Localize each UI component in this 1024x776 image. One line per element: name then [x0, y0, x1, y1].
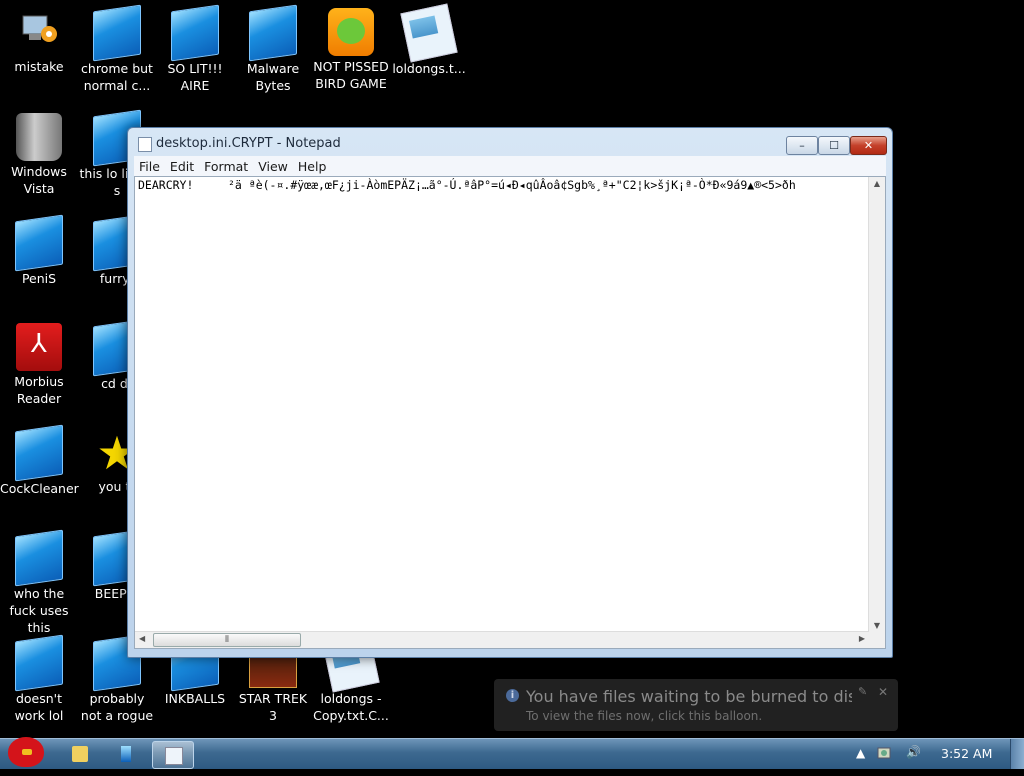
- desktop-icon-chrome[interactable]: chrome but normal c...: [78, 2, 156, 94]
- maximize-button[interactable]: ☐: [818, 136, 850, 155]
- desktop-icon-label: who the fuck uses this: [9, 586, 69, 635]
- desktop-icon-morbius-reader[interactable]: ⅄ Morbius Reader: [0, 317, 78, 407]
- shortcut-icon: [15, 634, 63, 692]
- pdf-reader-icon: ⅄: [16, 323, 62, 371]
- balloon-title[interactable]: You have files waiting to be burned to d…: [526, 687, 852, 706]
- shortcut-icon: [15, 424, 63, 482]
- desktop-icon-label: probably not a rogue: [80, 691, 154, 723]
- angry-bird-start-icon: [8, 737, 44, 767]
- scroll-right-icon[interactable]: ▶: [859, 634, 865, 643]
- horizontal-scrollbar[interactable]: ◀ ⦀ ▶: [135, 631, 869, 648]
- start-button[interactable]: [2, 733, 48, 771]
- shortcut-icon: [15, 214, 63, 272]
- close-button[interactable]: ✕: [850, 136, 887, 155]
- taskbar-notepad-button[interactable]: [152, 741, 194, 769]
- text-file-icon: [400, 3, 458, 63]
- desktop-icon-windows-vista[interactable]: Windows Vista: [0, 107, 78, 197]
- burn-files-balloon[interactable]: i You have files waiting to be burned to…: [494, 679, 898, 731]
- desktop-icon-label: loldongs - Copy.txt.C...: [313, 691, 389, 723]
- desktop-icon-label: Windows Vista: [11, 164, 67, 196]
- recycle-bin-icon: [16, 113, 62, 161]
- title-bar[interactable]: desktop.ini.CRYPT - Notepad – ☐ ✕: [128, 128, 892, 158]
- text-editor[interactable]: DEARCRY! ²ä ªè(-¤.#ÿœæ,œF¿ji-ÀòmEPÄZ¡…ã°…: [134, 176, 886, 649]
- desktop-icon-label: SO LIT!!! AIRE: [167, 61, 223, 93]
- shortcut-icon: [171, 4, 219, 62]
- scrollbar-corner: [869, 632, 885, 648]
- computer-settings-icon: [16, 8, 62, 56]
- desktop-icon-malware-bytes[interactable]: Malware Bytes: [234, 2, 312, 94]
- shortcut-icon: [249, 4, 297, 62]
- pig-game-icon: [328, 8, 374, 56]
- desktop-icon-loldongs[interactable]: loldongs.t...: [390, 2, 468, 77]
- desktop-icon-mistake[interactable]: mistake: [0, 2, 78, 75]
- desktop-icon-label: Morbius Reader: [14, 374, 64, 406]
- taskbar-explorer-button[interactable]: [60, 741, 100, 767]
- shortcut-icon: [93, 4, 141, 62]
- minimize-button[interactable]: –: [786, 136, 818, 155]
- menu-help[interactable]: Help: [293, 157, 332, 177]
- notepad-window[interactable]: desktop.ini.CRYPT - Notepad – ☐ ✕ File Ed…: [127, 127, 893, 658]
- balloon-close-button[interactable]: ✕: [878, 685, 888, 699]
- shortcut-icon: [15, 529, 63, 587]
- desktop-icon-label: CockCleaner: [0, 481, 79, 496]
- desktop-icon-label: PeniS: [21, 271, 57, 286]
- desktop-icon-label: Malware Bytes: [246, 61, 300, 93]
- file-content[interactable]: DEARCRY! ²ä ªè(-¤.#ÿœæ,œF¿ji-ÀòmEPÄZ¡…ã°…: [138, 178, 865, 192]
- desktop-icon-label: INKBALLS: [164, 691, 226, 706]
- desktop-icon-so-lit-aire[interactable]: SO LIT!!! AIRE: [156, 2, 234, 94]
- tray-expand-icon[interactable]: ▲: [856, 746, 865, 776]
- desktop-icon-label: doesn't work lol: [14, 691, 64, 723]
- volume-icon[interactable]: 🔊: [906, 745, 921, 775]
- scroll-left-icon[interactable]: ◀: [139, 634, 145, 643]
- taskbar: ▲ 🔊 3:52 AM: [0, 737, 1024, 769]
- clock[interactable]: 3:52 AM: [941, 746, 992, 761]
- horizontal-scroll-thumb[interactable]: ⦀: [153, 633, 301, 647]
- menu-view[interactable]: View: [253, 157, 293, 177]
- desktop-icon-penis[interactable]: PeniS: [0, 212, 78, 287]
- desktop-icon-label: STAR TREK 3: [238, 691, 308, 723]
- burn-tray-icon[interactable]: [876, 745, 892, 761]
- menu-edit[interactable]: Edit: [165, 157, 199, 177]
- window-title: desktop.ini.CRYPT - Notepad: [156, 136, 341, 151]
- taskbar-shortcut-button[interactable]: [106, 741, 146, 767]
- desktop-icon-label: chrome but normal c...: [81, 61, 153, 93]
- notepad-icon: [165, 747, 183, 765]
- shortcut-icon: [121, 746, 131, 762]
- desktop-icon-label: NOT PISSED BIRD GAME: [313, 59, 389, 91]
- desktop-icon-who-uses-this[interactable]: who the fuck uses this: [0, 527, 78, 636]
- desktop-icon-bird-game[interactable]: NOT PISSED BIRD GAME: [312, 2, 390, 92]
- desktop-icon-label: mistake: [14, 59, 64, 74]
- desktop-icon-label: loldongs.t...: [392, 61, 466, 76]
- pin-icon: ✎: [858, 685, 868, 698]
- scroll-down-icon[interactable]: ▼: [869, 621, 885, 630]
- desktop-icon-doesnt-work[interactable]: doesn't work lol: [0, 632, 78, 724]
- menu-bar: File Edit Format View Help: [134, 156, 886, 176]
- notepad-icon: [138, 137, 152, 152]
- menu-file[interactable]: File: [134, 157, 165, 177]
- show-desktop-button[interactable]: [1010, 739, 1024, 769]
- info-icon: i: [506, 689, 519, 702]
- balloon-text[interactable]: To view the files now, click this balloo…: [526, 709, 762, 723]
- scroll-up-icon[interactable]: ▲: [869, 179, 885, 188]
- folder-icon: [72, 746, 88, 762]
- vertical-scrollbar[interactable]: ▲ ▼: [868, 177, 885, 632]
- menu-format[interactable]: Format: [199, 157, 253, 177]
- desktop-icon-cockcleaner[interactable]: CockCleaner: [0, 422, 79, 497]
